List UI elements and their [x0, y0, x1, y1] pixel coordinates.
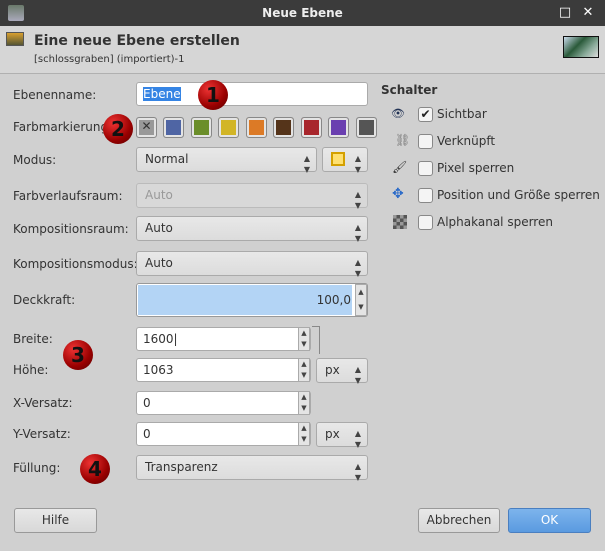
eye-icon: 👁: [391, 107, 405, 120]
annotation-badge-2: 2: [103, 114, 133, 144]
image-thumbnail: [563, 36, 599, 58]
comp-space-select[interactable]: Auto ▲ ▼: [136, 216, 368, 243]
blend-space-label: Farbverlaufsraum:: [13, 189, 123, 203]
layer-name-input[interactable]: Ebene: [136, 82, 368, 106]
paintbrush-icon: 🖌: [392, 160, 408, 174]
color-tag-swatch[interactable]: [163, 117, 184, 138]
mode-select[interactable]: Normal ▲ ▼: [136, 147, 317, 174]
mode-switch-button[interactable]: ▲ ▼: [322, 147, 368, 174]
size-unit-select[interactable]: px ▲ ▼: [316, 358, 368, 385]
comp-mode-label: Kompositionsmodus:: [13, 257, 138, 271]
fill-label: Füllung:: [13, 461, 61, 475]
chain-link[interactable]: [312, 326, 320, 354]
blend-space-value: Auto: [145, 188, 173, 202]
annotation-badge-4: 4: [80, 454, 110, 484]
x-offset-spin[interactable]: ▲ ▼: [298, 391, 310, 415]
header-title: Eine neue Ebene erstellen: [34, 33, 240, 49]
help-button[interactable]: Hilfe: [14, 508, 97, 533]
switch-label: Verknüpft: [437, 134, 496, 148]
width-value: 1600: [143, 332, 174, 346]
switches-title: Schalter: [381, 83, 438, 97]
switch-checkbox[interactable]: [418, 188, 433, 203]
opacity-label: Deckkraft:: [13, 293, 76, 307]
size-unit-value: px: [325, 363, 340, 377]
comp-space-value: Auto: [145, 221, 173, 235]
comp-mode-select[interactable]: Auto ▲ ▼: [136, 251, 368, 278]
color-tag-label: Farbmarkierung: [13, 120, 109, 134]
blend-space-select: Auto ▲ ▼: [136, 183, 368, 210]
annotation-badge-1: 1: [198, 80, 228, 110]
color-tag-swatch[interactable]: [218, 117, 239, 138]
opacity-spin[interactable]: ▲ ▼: [355, 284, 367, 316]
x-offset-input[interactable]: 0: [136, 391, 311, 415]
window-title: Neue Ebene: [262, 6, 343, 20]
mode-label: Modus:: [13, 153, 57, 167]
switch-checkbox[interactable]: [418, 134, 433, 149]
move-icon: ✥: [392, 186, 404, 202]
color-tag-swatch[interactable]: [245, 117, 267, 138]
mode-icon: [331, 152, 345, 166]
height-value: 1063: [143, 363, 174, 377]
maximize-icon[interactable]: □: [557, 5, 573, 21]
y-offset-label: Y-Versatz:: [13, 427, 71, 441]
app-icon: [8, 5, 24, 21]
switch-label: Position und Größe sperren: [437, 188, 600, 202]
color-tag-none[interactable]: ✕: [136, 117, 157, 138]
color-tag-swatch[interactable]: [328, 117, 349, 138]
switch-checkbox[interactable]: [418, 215, 433, 230]
y-offset-spin[interactable]: ▲ ▼: [298, 422, 310, 446]
offset-unit-select[interactable]: px ▲ ▼: [316, 422, 368, 449]
close-icon[interactable]: ✕: [580, 5, 596, 21]
color-tag-swatch[interactable]: [355, 117, 377, 138]
switch-label: Alphakanal sperren: [437, 215, 553, 229]
switch-label: Pixel sperren: [437, 161, 515, 175]
annotation-badge-3: 3: [63, 340, 93, 370]
color-tag-swatch[interactable]: [273, 117, 294, 138]
color-tag-swatch[interactable]: [190, 117, 212, 138]
switch-label: Sichtbar: [437, 107, 487, 121]
fill-select[interactable]: Transparenz ▲ ▼: [136, 455, 368, 482]
cancel-button[interactable]: Abbrechen: [418, 508, 500, 533]
height-label: Höhe:: [13, 363, 49, 377]
x-offset-label: X-Versatz:: [13, 396, 73, 410]
switch-checkbox[interactable]: [418, 161, 433, 176]
fill-value: Transparenz: [145, 460, 218, 474]
offset-unit-value: px: [325, 427, 340, 441]
comp-space-label: Kompositionsraum:: [13, 222, 129, 236]
width-label: Breite:: [13, 332, 53, 346]
height-spin[interactable]: ▲ ▼: [298, 358, 310, 382]
width-spin[interactable]: ▲ ▼: [298, 327, 310, 351]
switch-checkbox[interactable]: ✔: [418, 107, 433, 122]
y-offset-value: 0: [143, 427, 151, 441]
layer-name-value: Ebene: [143, 87, 181, 101]
height-input[interactable]: 1063: [136, 358, 311, 382]
comp-mode-value: Auto: [145, 256, 173, 270]
y-offset-input[interactable]: 0: [136, 422, 311, 446]
layer-icon: [6, 32, 24, 46]
width-input[interactable]: 1600|: [136, 327, 311, 351]
header-subtitle: [schlossgraben] (importiert)-1: [34, 54, 185, 65]
x-offset-value: 0: [143, 396, 151, 410]
opacity-value: 100,0: [316, 293, 351, 307]
checkerboard-icon: [393, 215, 407, 229]
opacity-slider[interactable]: 100,0 ▲ ▼: [136, 283, 368, 317]
mode-value: Normal: [145, 152, 189, 166]
chain-icon: ⛓: [395, 133, 411, 147]
color-tag-swatch[interactable]: [300, 117, 322, 138]
title-bar: Neue Ebene: [0, 0, 605, 26]
ok-button[interactable]: OK: [508, 508, 591, 533]
name-label: Ebenenname:: [13, 88, 97, 102]
